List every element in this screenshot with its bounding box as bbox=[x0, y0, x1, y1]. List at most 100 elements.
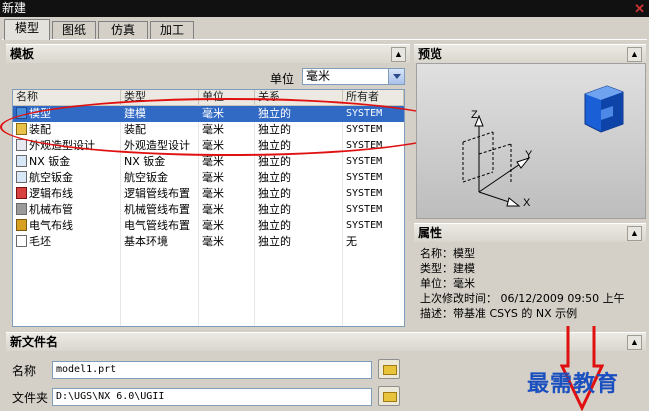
tab-drawing[interactable]: 图纸 bbox=[52, 21, 96, 39]
logic-routing-icon bbox=[16, 187, 27, 199]
shape-studio-icon bbox=[16, 139, 27, 151]
new-file-header[interactable]: 新文件名 ▲ bbox=[6, 332, 646, 351]
row-owner: SYSTEM bbox=[346, 124, 383, 135]
row-name: 电气布线 bbox=[29, 219, 73, 232]
row-relation: 独立的 bbox=[258, 107, 291, 120]
collapse-icon[interactable]: ▲ bbox=[627, 47, 642, 62]
row-relation: 独立的 bbox=[258, 219, 291, 232]
new-file-header-label: 新文件名 bbox=[10, 335, 59, 349]
table-row[interactable]: 航空钣金 航空钣金 毫米 独立的 SYSTEM bbox=[13, 170, 404, 186]
column-header-name[interactable]: 名称 bbox=[13, 90, 121, 105]
properties-header[interactable]: 属性 ▲ bbox=[414, 223, 646, 242]
table-row[interactable]: 外观造型设计 外观造型设计 毫米 独立的 SYSTEM bbox=[13, 138, 404, 154]
new-file-dialog: 新建 ✕ 模型 图纸 仿真 加工 模板 ▲ 单位 毫米 名称 类型 单位 关系 … bbox=[0, 0, 649, 411]
axis-y-label: Y bbox=[525, 149, 533, 161]
templates-table: 名称 类型 单位 关系 所有者 模型 建模 毫米 独立的 SYSTEM 装配 装… bbox=[12, 89, 405, 327]
unit-label: 单位 bbox=[270, 72, 295, 86]
table-row[interactable]: NX 钣金 NX 钣金 毫米 独立的 SYSTEM bbox=[13, 154, 404, 170]
row-unit: 毫米 bbox=[202, 235, 224, 248]
column-header-owner[interactable]: 所有者 bbox=[343, 90, 404, 105]
watermark-text: 最需教育 bbox=[527, 371, 620, 397]
open-folder-button[interactable] bbox=[378, 359, 400, 379]
row-type: 机械管线布置 bbox=[124, 203, 190, 216]
row-unit: 毫米 bbox=[202, 171, 224, 184]
row-owner: SYSTEM bbox=[346, 156, 383, 167]
row-owner: 无 bbox=[346, 235, 357, 248]
row-type: NX 钣金 bbox=[124, 155, 166, 168]
model-icon bbox=[16, 107, 27, 119]
templates-header-label: 模板 bbox=[10, 47, 35, 61]
preview-pane: Z Y X bbox=[416, 63, 646, 219]
row-name: 机械布管 bbox=[29, 203, 73, 216]
row-relation: 独立的 bbox=[258, 235, 291, 248]
row-unit: 毫米 bbox=[202, 187, 224, 200]
row-type: 基本环境 bbox=[124, 235, 168, 248]
column-header-type[interactable]: 类型 bbox=[121, 90, 199, 105]
axis-x-label: X bbox=[523, 197, 531, 209]
row-relation: 独立的 bbox=[258, 139, 291, 152]
folder-input[interactable]: D:\UGS\NX 6.0\UGII bbox=[52, 388, 372, 406]
collapse-icon[interactable]: ▲ bbox=[391, 47, 406, 62]
blank-icon bbox=[16, 235, 27, 247]
table-row[interactable]: 电气布线 电气管线布置 毫米 独立的 SYSTEM bbox=[13, 218, 404, 234]
elec-routing-icon bbox=[16, 219, 27, 231]
aero-sheet-metal-icon bbox=[16, 171, 27, 183]
row-type: 建模 bbox=[124, 107, 146, 120]
row-relation: 独立的 bbox=[258, 171, 291, 184]
table-row[interactable]: 机械布管 机械管线布置 毫米 独立的 SYSTEM bbox=[13, 202, 404, 218]
tab-manufacturing[interactable]: 加工 bbox=[150, 21, 194, 39]
row-name: 逻辑布线 bbox=[29, 187, 73, 200]
row-unit: 毫米 bbox=[202, 123, 224, 136]
collapse-icon[interactable]: ▲ bbox=[627, 335, 642, 350]
table-row[interactable]: 毛坯 基本环境 毫米 独立的 无 bbox=[13, 234, 404, 250]
filename-input[interactable]: model1.prt bbox=[52, 361, 372, 379]
prop-unit: 单位：毫米 bbox=[420, 277, 475, 290]
row-owner: SYSTEM bbox=[346, 204, 383, 215]
row-owner: SYSTEM bbox=[346, 188, 383, 199]
prop-type: 类型：建模 bbox=[420, 262, 475, 275]
row-name: 毛坯 bbox=[29, 235, 51, 248]
csys-preview: Z Y X bbox=[462, 85, 624, 209]
name-label: 名称 bbox=[12, 364, 37, 378]
row-owner: SYSTEM bbox=[346, 220, 383, 231]
row-owner: SYSTEM bbox=[346, 172, 383, 183]
table-row[interactable]: 装配 装配 毫米 独立的 SYSTEM bbox=[13, 122, 404, 138]
title-bar: 新建 ✕ bbox=[0, 0, 649, 17]
table-row[interactable]: 逻辑布线 逻辑管线布置 毫米 独立的 SYSTEM bbox=[13, 186, 404, 202]
row-unit: 毫米 bbox=[202, 203, 224, 216]
unit-select[interactable]: 毫米 bbox=[302, 68, 405, 85]
row-type: 航空钣金 bbox=[124, 171, 168, 184]
row-unit: 毫米 bbox=[202, 139, 224, 152]
row-type: 外观造型设计 bbox=[124, 139, 190, 152]
tab-simulation[interactable]: 仿真 bbox=[98, 21, 148, 39]
row-name: 航空钣金 bbox=[29, 171, 73, 184]
row-type: 装配 bbox=[124, 123, 146, 136]
dropdown-arrow-icon[interactable] bbox=[388, 69, 404, 84]
row-unit: 毫米 bbox=[202, 107, 224, 120]
table-row[interactable]: 模型 建模 毫米 独立的 SYSTEM bbox=[13, 106, 404, 122]
close-icon[interactable]: ✕ bbox=[634, 0, 645, 17]
tab-model[interactable]: 模型 bbox=[4, 19, 50, 40]
prop-name: 名称：模型 bbox=[420, 247, 475, 260]
collapse-icon[interactable]: ▲ bbox=[627, 226, 642, 241]
table-header: 名称 类型 单位 关系 所有者 bbox=[13, 90, 404, 106]
datum-csys-icon bbox=[462, 114, 531, 207]
browse-folder-button[interactable] bbox=[378, 386, 400, 406]
properties-header-label: 属性 bbox=[418, 226, 443, 240]
prop-description: 描述：带基准 CSYS 的 NX 示例 bbox=[420, 307, 578, 320]
unit-value: 毫米 bbox=[306, 69, 331, 83]
row-type: 电气管线布置 bbox=[124, 219, 190, 232]
assembly-icon bbox=[16, 123, 27, 135]
column-header-relation[interactable]: 关系 bbox=[255, 90, 343, 105]
row-owner: SYSTEM bbox=[346, 108, 383, 119]
row-name: NX 钣金 bbox=[29, 155, 71, 168]
row-unit: 毫米 bbox=[202, 219, 224, 232]
row-relation: 独立的 bbox=[258, 203, 291, 216]
row-name: 外观造型设计 bbox=[29, 139, 95, 152]
row-name: 模型 bbox=[29, 107, 51, 120]
templates-header[interactable]: 模板 ▲ bbox=[6, 44, 410, 63]
preview-header-label: 预览 bbox=[418, 47, 443, 61]
column-header-unit[interactable]: 单位 bbox=[199, 90, 255, 105]
preview-header[interactable]: 预览 ▲ bbox=[414, 44, 646, 63]
row-relation: 独立的 bbox=[258, 123, 291, 136]
